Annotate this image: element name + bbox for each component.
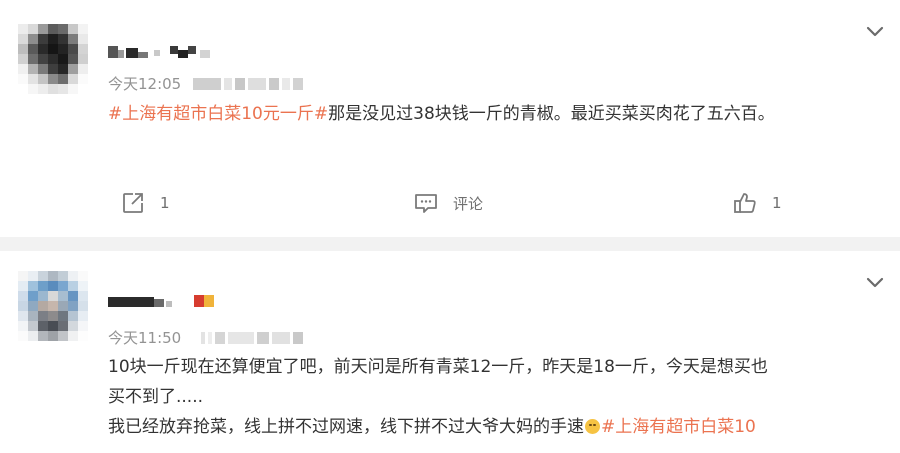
action-bar: 1 评论 1 — [0, 190, 900, 220]
post-time: 今天11:50 — [108, 329, 182, 347]
topic-link[interactable]: #上海有超市白菜10 — [601, 417, 756, 437]
post-meta: 今天12:05 — [108, 73, 304, 94]
username-redacted — [108, 46, 210, 58]
comment-button[interactable]: 评论 — [413, 190, 483, 216]
post-line: 我已经放弃抢菜，线上拼不过网速，线下拼不过大爷大妈的手速 #上海有超市白菜10 — [108, 412, 768, 442]
post-time: 今天12:05 — [108, 75, 182, 93]
post-text: #上海有超市白菜10元一斤#那是没见过38块钱一斤的青椒。最近买菜买肉花了五六百… — [108, 99, 775, 129]
post-body: 那是没见过38块钱一斤的青椒。最近买菜买肉花了五六百。 — [328, 104, 775, 124]
weibo-post-1: 今天12:05 #上海有超市白菜10元一斤#那是没见过38块钱一斤的青椒。最近买… — [0, 0, 900, 237]
share-icon — [123, 193, 143, 213]
like-button[interactable]: 1 — [732, 190, 782, 216]
repost-count: 1 — [160, 194, 170, 212]
avatar[interactable] — [18, 24, 88, 94]
chevron-down-icon[interactable] — [864, 271, 886, 293]
post-source — [201, 331, 304, 344]
avatar[interactable] — [18, 271, 88, 341]
post-meta: 今天11:50 — [108, 327, 304, 348]
username-redacted — [108, 295, 214, 307]
weibo-post-2: 今天11:50 10块一斤现在还算便宜了吧，前天问是所有青菜12一斤，昨天是18… — [0, 251, 900, 453]
like-count: 1 — [772, 194, 782, 212]
comment-label: 评论 — [453, 194, 484, 213]
post-text: 10块一斤现在还算便宜了吧，前天问是所有青菜12一斤，昨天是18一斤，今天是想买… — [108, 352, 768, 442]
post-source — [193, 77, 304, 90]
post-line: 10块一斤现在还算便宜了吧，前天问是所有青菜12一斤，昨天是18一斤，今天是想买… — [108, 357, 768, 377]
repost-button[interactable]: 1 — [120, 190, 170, 216]
comment-icon — [415, 194, 437, 213]
post-line: 买不到了..... — [108, 387, 204, 407]
thumbs-up-icon — [734, 193, 756, 213]
feed-separator — [0, 237, 900, 251]
topic-link[interactable]: #上海有超市白菜10元一斤# — [108, 104, 328, 124]
username[interactable] — [108, 293, 228, 309]
username[interactable] — [108, 44, 228, 60]
post-body: 我已经放弃抢菜，线上拼不过网速，线下拼不过大爷大妈的手速 — [108, 417, 584, 437]
chevron-down-icon[interactable] — [864, 20, 886, 42]
upside-down-face-emoji — [585, 419, 600, 434]
